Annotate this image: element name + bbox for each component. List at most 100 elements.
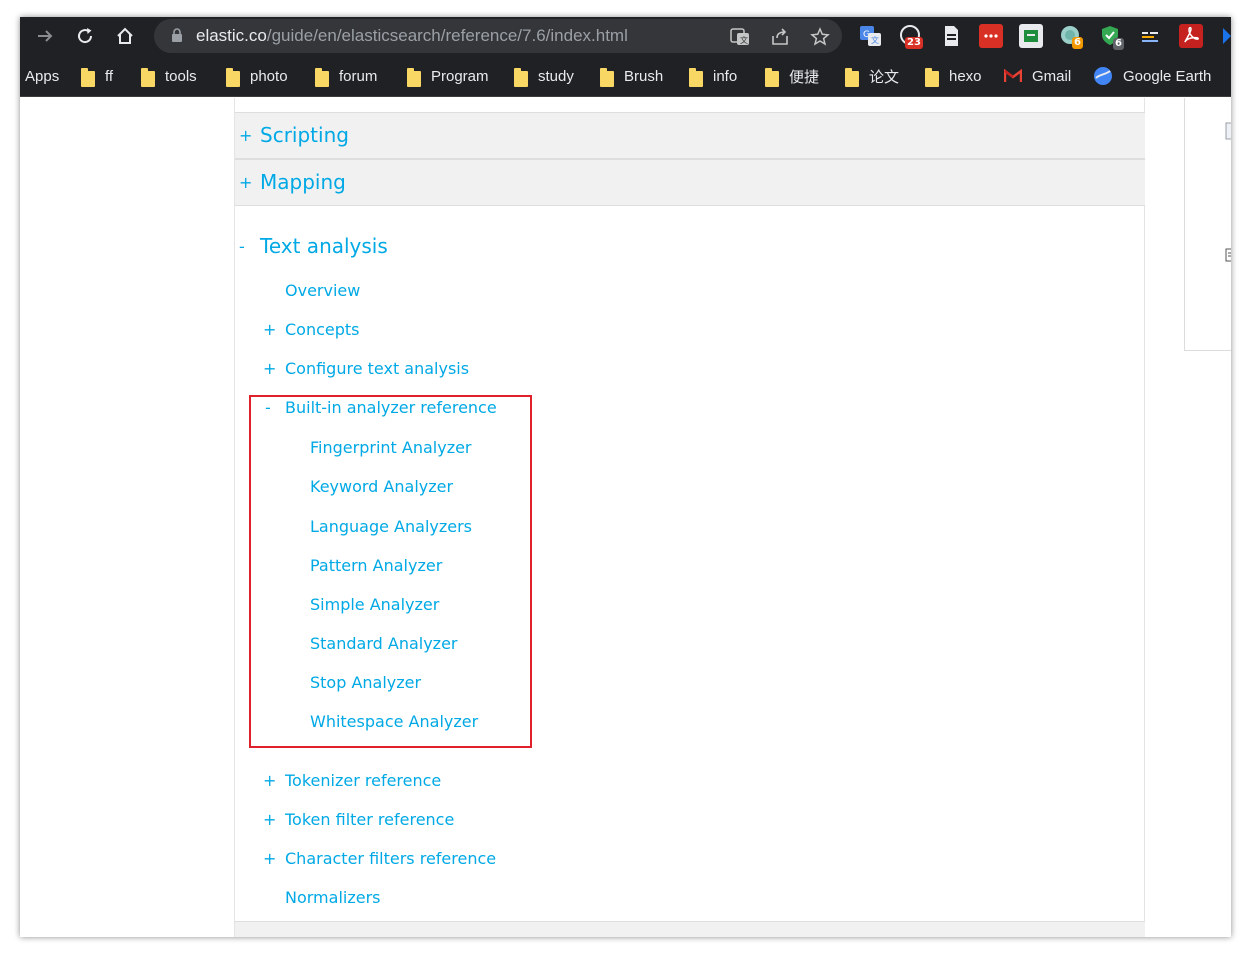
nav-link-token-filter-reference[interactable]: Token filter reference — [285, 810, 454, 829]
bookmark-label: Brush — [624, 67, 664, 85]
dots-ext-icon[interactable] — [979, 24, 1003, 48]
lock-icon[interactable] — [171, 28, 183, 42]
bookmark-ff[interactable]: ff — [81, 65, 113, 87]
expand-toggle[interactable]: + — [263, 320, 276, 339]
google-translate-ext-icon[interactable]: G文 — [859, 24, 883, 48]
google-earth-icon — [1094, 67, 1112, 85]
bookmark-label: Google Earth — [1123, 67, 1212, 85]
nav-section-scripting[interactable]: + Scripting — [235, 112, 1145, 159]
bookmark-photo[interactable]: photo — [226, 65, 288, 87]
folder-icon — [600, 68, 614, 87]
bookmark-label: 便捷 — [789, 68, 820, 86]
bookmark-forum[interactable]: forum — [315, 65, 377, 87]
bookmark-label: Gmail — [1032, 67, 1072, 85]
forward-icon[interactable] — [31, 22, 59, 50]
folder-icon — [925, 68, 939, 87]
gmail-icon — [1004, 69, 1022, 82]
doc-icon — [1225, 248, 1231, 262]
browser-window: elastic.co/guide/en/elasticsearch/refere… — [20, 17, 1231, 937]
bookmark-apps[interactable]: Apps — [25, 65, 59, 87]
collapse-toggle[interactable]: - — [239, 237, 245, 256]
share-icon[interactable] — [768, 25, 792, 49]
nav-section-next-cutoff[interactable] — [235, 921, 1145, 937]
nav-link-built-in-analyzer-reference[interactable]: Built-in analyzer reference — [285, 398, 497, 417]
folder-icon — [845, 68, 859, 87]
nav-link-analyzer[interactable]: Simple Analyzer — [310, 595, 439, 614]
bookmark-tools[interactable]: tools — [141, 65, 197, 87]
nav-link-analyzer[interactable]: Language Analyzers — [310, 517, 472, 536]
bookmark-hexo[interactable]: hexo — [925, 65, 982, 87]
timer-ext-icon[interactable]: 23 — [899, 24, 923, 49]
address-bar[interactable]: elastic.co/guide/en/elasticsearch/refere… — [154, 19, 842, 53]
nav-link-analyzer[interactable]: Keyword Analyzer — [310, 477, 453, 496]
bookmark-label: photo — [250, 67, 288, 85]
green-ext-icon[interactable] — [1019, 24, 1043, 48]
nav-link-analyzer[interactable]: Whitespace Analyzer — [310, 712, 478, 731]
bookmark-google-earth[interactable]: Google Earth — [1093, 65, 1211, 87]
collapse-toggle[interactable]: - — [265, 398, 271, 417]
home-icon[interactable] — [111, 22, 139, 50]
nav-link-tokenizer-reference[interactable]: Tokenizer reference — [285, 771, 441, 790]
bookmark-label: 论文 — [869, 68, 900, 86]
bookmark-brush[interactable]: Brush — [600, 65, 663, 87]
nav-link-analyzer[interactable]: Standard Analyzer — [310, 634, 458, 653]
bookmark-info[interactable]: info — [689, 65, 737, 87]
globe-badge: 6 — [1072, 37, 1083, 49]
page-content: + Scripting + Mapping - Text analysis Ov… — [20, 98, 1231, 937]
bookmarks-bar: Apps ff tools photo forum Program study … — [20, 54, 1231, 97]
bookmark-label: hexo — [949, 67, 982, 85]
svg-text:文: 文 — [871, 35, 879, 45]
svg-text:文: 文 — [740, 35, 748, 45]
nav-link-overview[interactable]: Overview — [285, 281, 360, 300]
bookmark-label: forum — [339, 67, 378, 85]
code-ext-icon[interactable] — [1139, 24, 1163, 48]
expand-toggle[interactable]: + — [263, 771, 276, 790]
expand-toggle[interactable]: + — [239, 126, 252, 145]
folder-icon — [315, 68, 329, 87]
expand-toggle[interactable]: + — [263, 810, 276, 829]
nav-link-configure-text-analysis[interactable]: Configure text analysis — [285, 359, 469, 378]
nav-link-text-analysis[interactable]: Text analysis — [260, 234, 388, 258]
folder-icon — [514, 68, 528, 87]
image-icon — [1225, 122, 1231, 140]
nav-link-character-filters-reference[interactable]: Character filters reference — [285, 849, 496, 868]
expand-toggle[interactable]: + — [239, 173, 252, 192]
nav-section-mapping[interactable]: + Mapping — [235, 159, 1145, 206]
nav-link-scripting[interactable]: Scripting — [260, 123, 349, 147]
bookmark-bianjie[interactable]: 便捷 — [765, 65, 819, 87]
url-text[interactable]: elastic.co/guide/en/elasticsearch/refere… — [196, 26, 628, 46]
folder-icon — [81, 68, 95, 87]
expand-toggle[interactable]: + — [263, 359, 276, 378]
right-side-panel — [1184, 98, 1231, 351]
browser-toolbar: elastic.co/guide/en/elasticsearch/refere… — [20, 17, 1231, 54]
bookmark-label: Apps — [25, 67, 60, 85]
bookmark-label: ff — [105, 67, 114, 85]
shield-badge: 6 — [1113, 38, 1124, 50]
expand-toggle[interactable]: + — [263, 849, 276, 868]
blue-ext-icon[interactable] — [1219, 24, 1231, 48]
timer-badge: 23 — [905, 37, 923, 49]
bookmark-label: info — [713, 67, 738, 85]
reader-ext-icon[interactable] — [939, 24, 963, 48]
bookmark-label: Program — [431, 67, 489, 85]
nav-link-analyzer[interactable]: Pattern Analyzer — [310, 556, 442, 575]
pdf-ext-icon[interactable] — [1179, 24, 1203, 48]
shield-ext-icon[interactable]: 6 — [1099, 24, 1124, 50]
nav-link-mapping[interactable]: Mapping — [260, 170, 346, 194]
nav-link-analyzer[interactable]: Fingerprint Analyzer — [310, 438, 472, 457]
folder-icon — [765, 68, 779, 87]
bookmark-lunwen[interactable]: 论文 — [845, 65, 899, 87]
folder-icon — [226, 68, 240, 87]
bookmark-label: tools — [165, 67, 197, 85]
nav-link-analyzer[interactable]: Stop Analyzer — [310, 673, 421, 692]
folder-icon — [689, 68, 703, 87]
bookmark-program[interactable]: Program — [407, 65, 489, 87]
nav-link-concepts[interactable]: Concepts — [285, 320, 360, 339]
bookmark-gmail[interactable]: Gmail — [1004, 65, 1071, 87]
bookmark-star-icon[interactable] — [808, 25, 832, 49]
nav-link-normalizers[interactable]: Normalizers — [285, 888, 381, 907]
reload-icon[interactable] — [71, 22, 99, 50]
bookmark-study[interactable]: study — [514, 65, 574, 87]
translate-page-icon[interactable]: 文 — [728, 25, 752, 49]
globe-ext-icon[interactable]: 6 — [1059, 24, 1083, 49]
